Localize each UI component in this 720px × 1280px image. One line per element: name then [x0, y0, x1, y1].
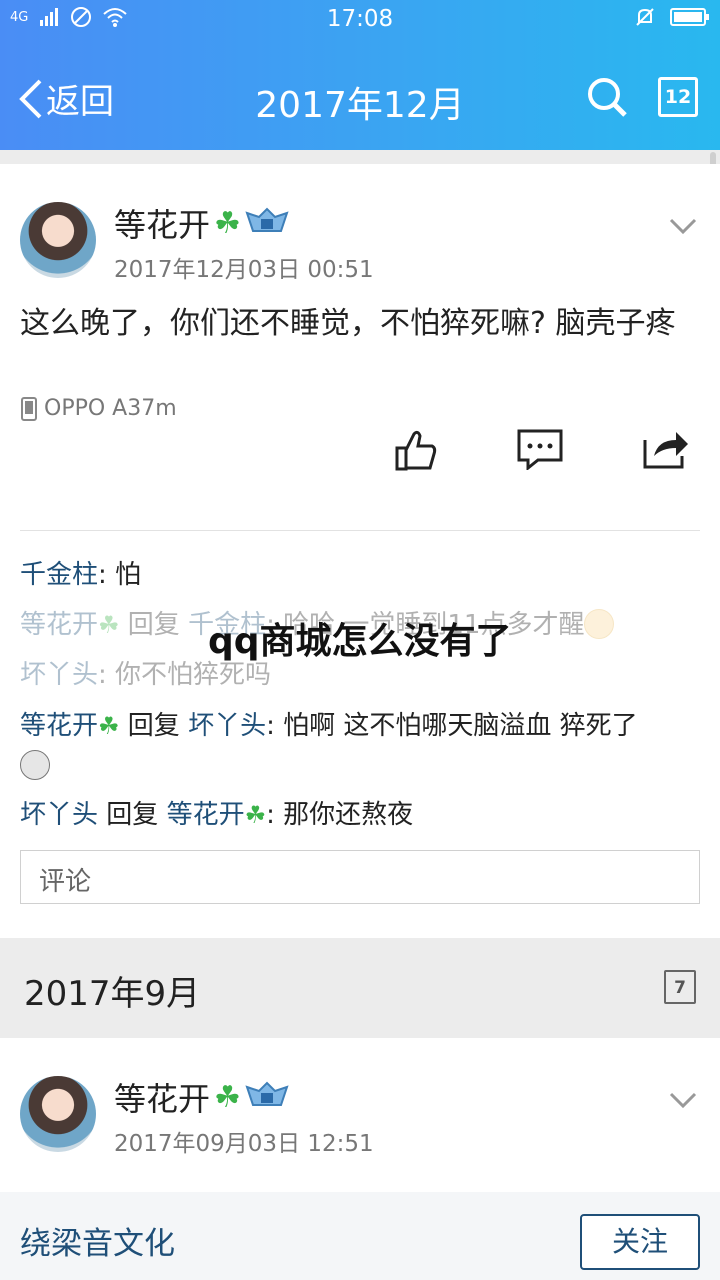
clover-icon: ☘ [214, 1079, 241, 1115]
comment-input[interactable]: 评论 [20, 850, 700, 904]
thumbs-up-icon[interactable] [394, 428, 438, 472]
clover-icon: ☘ [98, 611, 120, 639]
comment-text: 怕啊 这不怕哪天脑溢血 猝死了 [283, 711, 638, 741]
avatar[interactable] [20, 202, 96, 278]
vip-badge-icon [245, 207, 289, 232]
comment-sep: : [266, 800, 284, 830]
comment-item[interactable]: 千金柱: 怕 [20, 550, 700, 600]
clover-icon: ☘ [214, 205, 241, 241]
post-timestamp: 2017年12月03日 00:51 [114, 257, 374, 283]
avatar[interactable] [20, 1076, 96, 1152]
month-label: 2017年9月 [24, 974, 201, 1014]
comment-icon[interactable] [516, 428, 564, 470]
comment-text: 怕 [115, 560, 142, 590]
follow-button[interactable]: 关注 [580, 1214, 700, 1270]
comment-sep: : [98, 660, 116, 690]
comment-author[interactable]: 千金柱 [20, 560, 98, 590]
post-card: 等花开 ☘ 2017年09月03日 12:51 [0, 1038, 720, 1192]
reply-word: 回复 [127, 711, 180, 741]
vip-badge-icon [245, 1081, 289, 1106]
status-bar: 4G 17:08 [0, 0, 720, 40]
overlay-title: qq商城怎么没有了 [208, 621, 512, 662]
reply-word: 回复 [106, 800, 159, 830]
chevron-down-icon[interactable] [668, 1090, 698, 1110]
search-icon[interactable] [586, 76, 628, 118]
comment-sep: : [98, 560, 116, 590]
clover-icon: ☘ [244, 801, 267, 829]
comment-author[interactable]: 等花开 [20, 711, 98, 741]
comment-reply-to[interactable]: 等花开 [167, 800, 245, 830]
status-time: 17:08 [326, 6, 394, 32]
calendar-day: 7 [674, 978, 686, 998]
divider [20, 530, 700, 531]
post-timestamp: 2017年09月03日 12:51 [114, 1131, 374, 1157]
comment-text: 你不怕猝死吗 [115, 660, 272, 690]
phone-icon [21, 396, 37, 421]
battery-icon [670, 8, 709, 26]
comment-item[interactable]: 坏丫头 回复 等花开☘: 那你还熬夜 [20, 790, 700, 840]
comment-author[interactable]: 坏丫头 [20, 660, 98, 690]
comment-text: 那你还熬夜 [283, 800, 414, 830]
calendar-icon[interactable]: 12 [658, 77, 698, 117]
post-author[interactable]: 等花开 [114, 1074, 210, 1120]
post-author-row: 等花开 ☘ [114, 200, 289, 246]
comment-list: 千金柱: 怕 等花开☘ 回复 千金柱: 哈哈 一觉睡到11点多才醒 坏丫头: 你… [20, 550, 700, 840]
top-bar: 4G 17:08 返回 2017年12月 12 [0, 0, 720, 150]
post-author-row: 等花开 ☘ [114, 1074, 289, 1120]
comment-item[interactable]: 等花开☘ 回复 坏丫头: 怕啊 这不怕哪天脑溢血 猝死了 [20, 706, 700, 786]
share-icon[interactable] [642, 428, 690, 470]
post-card: 等花开 ☘ 2017年12月03日 00:51 这么晚了，你们还不睡觉，不怕猝死… [0, 164, 720, 938]
footer-bar: 绕梁音文化 关注 [0, 1192, 720, 1280]
reply-word: 回复 [127, 610, 180, 640]
blush-emoji-icon [584, 609, 615, 639]
post-author[interactable]: 等花开 [114, 200, 210, 246]
calendar-icon[interactable]: 7 [664, 970, 696, 1004]
post-device: OPPO A37m [20, 396, 177, 421]
comment-sep: : [266, 711, 284, 741]
nav-bar: 返回 2017年12月 12 [0, 60, 720, 140]
skull-emoji-icon [20, 750, 50, 780]
device-label: OPPO A37m [44, 396, 177, 421]
post-text: 这么晚了，你们还不睡觉，不怕猝死嘛? 脑壳子疼 [20, 306, 676, 341]
account-name[interactable]: 绕梁音文化 [20, 1218, 175, 1263]
chevron-down-icon[interactable] [668, 216, 698, 236]
comment-author[interactable]: 等花开 [20, 610, 98, 640]
mute-icon [636, 8, 654, 26]
clover-icon: ☘ [98, 712, 120, 740]
month-header: 2017年9月 7 [0, 938, 720, 1038]
calendar-day: 12 [664, 86, 692, 108]
comment-reply-to[interactable]: 坏丫头 [188, 711, 266, 741]
comment-author[interactable]: 坏丫头 [20, 800, 98, 830]
